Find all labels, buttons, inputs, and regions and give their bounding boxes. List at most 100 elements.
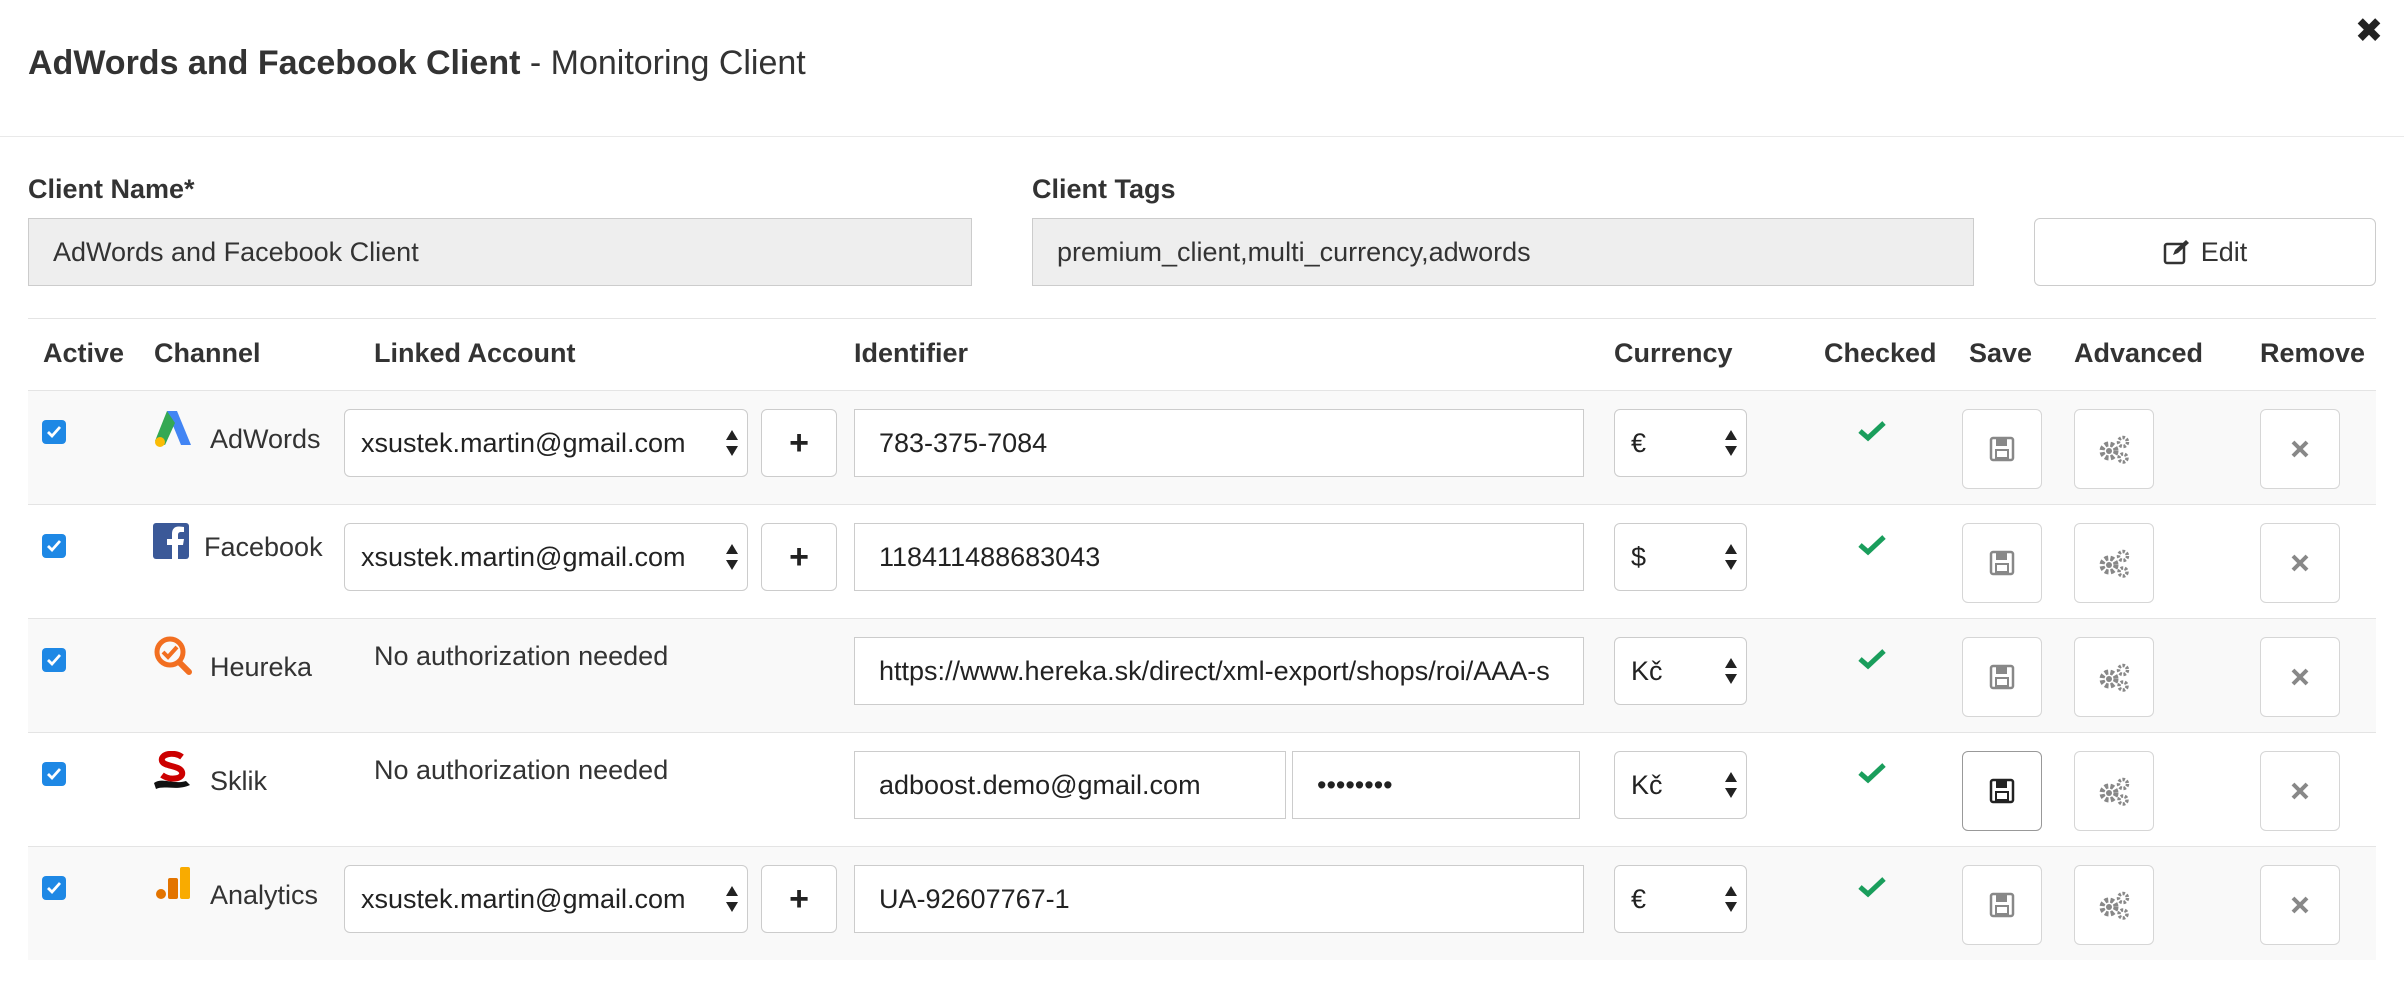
header-checked: Checked	[1824, 338, 1937, 368]
channel-name: Heureka	[210, 652, 313, 682]
advanced-button[interactable]	[2074, 523, 2154, 603]
facebook-icon	[153, 523, 189, 559]
section-divider	[28, 318, 2376, 319]
linked-account-select[interactable]: xsustek.martin@gmail.com	[344, 865, 748, 933]
gears-icon	[2099, 891, 2130, 920]
linked-account-select[interactable]: xsustek.martin@gmail.com	[344, 523, 748, 591]
add-account-button[interactable]: +	[761, 865, 837, 933]
gears-icon	[2099, 435, 2130, 464]
sort-arrows-icon	[726, 886, 738, 912]
floppy-icon	[1989, 664, 2015, 690]
sklik-icon	[154, 751, 190, 789]
channel-name: Facebook	[204, 532, 323, 562]
close-icon	[2291, 896, 2309, 914]
analytics-icon	[156, 867, 190, 899]
close-icon	[2291, 668, 2309, 686]
no-authorization-text: No authorization needed	[374, 641, 669, 671]
floppy-icon	[1989, 778, 2015, 804]
currency-select[interactable]: €	[1614, 409, 1747, 477]
checked-icon	[1858, 421, 1886, 442]
sort-arrows-icon	[726, 430, 738, 456]
header-linked-account: Linked Account	[374, 338, 576, 368]
close-icon	[2291, 554, 2309, 572]
currency-value: Kč	[1631, 770, 1663, 800]
remove-button[interactable]	[2260, 637, 2340, 717]
header-identifier: Identifier	[854, 338, 969, 368]
edit-icon	[2163, 240, 2189, 265]
currency-select[interactable]: Kč	[1614, 637, 1747, 705]
save-button[interactable]	[1962, 751, 2042, 831]
sklik-username-input[interactable]: adboost.demo@gmail.com	[854, 751, 1286, 819]
active-checkbox[interactable]	[42, 534, 66, 558]
advanced-button[interactable]	[2074, 751, 2154, 831]
remove-button[interactable]	[2260, 409, 2340, 489]
save-button[interactable]	[1962, 409, 2042, 489]
title-suffix: - Monitoring Client	[520, 44, 806, 82]
channel-name: AdWords	[210, 424, 321, 454]
gears-icon	[2099, 777, 2130, 806]
sklik-password-input[interactable]: ••••••••	[1292, 751, 1580, 819]
client-name-label: Client Name*	[28, 174, 195, 204]
client-name-field[interactable]: AdWords and Facebook Client	[28, 218, 972, 286]
edit-button[interactable]: Edit	[2034, 218, 2376, 286]
advanced-button[interactable]	[2074, 637, 2154, 717]
currency-value: $	[1631, 542, 1647, 572]
checked-icon	[1858, 649, 1886, 670]
sort-arrows-icon	[726, 544, 738, 570]
advanced-button[interactable]	[2074, 409, 2154, 489]
save-button[interactable]	[1962, 523, 2042, 603]
active-checkbox[interactable]	[42, 762, 66, 786]
edit-label: Edit	[2200, 236, 2248, 267]
advanced-button[interactable]	[2074, 865, 2154, 945]
remove-button[interactable]	[2260, 865, 2340, 945]
close-icon	[2291, 782, 2309, 800]
active-checkbox[interactable]	[42, 648, 66, 672]
identifier-input[interactable]: 783-375-7084	[854, 409, 1584, 477]
identifier-input[interactable]: https://www.hereka.sk/direct/xml-export/…	[854, 637, 1584, 705]
client-tags-label: Client Tags	[1032, 174, 1176, 204]
currency-select[interactable]: $	[1614, 523, 1747, 591]
modal-header: AdWords and Facebook Client - Monitoring…	[0, 0, 2404, 137]
header-channel: Channel	[154, 338, 261, 368]
currency-value: €	[1631, 428, 1647, 458]
sort-arrows-icon	[1725, 544, 1737, 570]
adwords-icon	[155, 411, 191, 447]
table-row: AdWords xsustek.martin@gmail.com + 783-3…	[28, 390, 2376, 504]
header-advanced: Advanced	[2074, 338, 2204, 368]
currency-select[interactable]: €	[1614, 865, 1747, 933]
active-checkbox[interactable]	[42, 420, 66, 444]
active-checkbox[interactable]	[42, 876, 66, 900]
close-icon	[2291, 440, 2309, 458]
channel-name: Analytics	[210, 880, 319, 910]
sort-arrows-icon	[1725, 886, 1737, 912]
gears-icon	[2099, 549, 2130, 578]
client-tags-field[interactable]: premium_client,multi_currency,adwords	[1032, 218, 1974, 286]
save-button[interactable]	[1962, 865, 2042, 945]
checked-icon	[1858, 535, 1886, 556]
identifier-input[interactable]: UA-92607767-1	[854, 865, 1584, 933]
linked-account-select[interactable]: xsustek.martin@gmail.com	[344, 409, 748, 477]
monitoring-client-modal: AdWords and Facebook Client - Monitoring…	[0, 0, 2404, 990]
header-currency: Currency	[1614, 338, 1733, 368]
add-account-button[interactable]: +	[761, 523, 837, 591]
linked-account-value: xsustek.martin@gmail.com	[361, 428, 686, 458]
linked-account-value: xsustek.martin@gmail.com	[361, 884, 686, 914]
floppy-icon	[1989, 550, 2015, 576]
close-icon[interactable]: ✖	[2352, 14, 2386, 48]
linked-account-value: xsustek.martin@gmail.com	[361, 542, 686, 572]
no-authorization-text: No authorization needed	[374, 755, 669, 785]
floppy-icon	[1989, 436, 2015, 462]
header-save: Save	[1969, 338, 2033, 368]
identifier-input[interactable]: 118411488683043	[854, 523, 1584, 591]
add-account-button[interactable]: +	[761, 409, 837, 477]
channel-name: Sklik	[210, 766, 268, 796]
table-row: Analytics xsustek.martin@gmail.com + UA-…	[28, 846, 2376, 960]
currency-select[interactable]: Kč	[1614, 751, 1747, 819]
remove-button[interactable]	[2260, 751, 2340, 831]
remove-button[interactable]	[2260, 523, 2340, 603]
modal-title: AdWords and Facebook Client - Monitoring…	[28, 44, 806, 83]
checked-icon	[1858, 877, 1886, 898]
save-button[interactable]	[1962, 637, 2042, 717]
header-active: Active	[43, 338, 125, 368]
table-row: Sklik No authorization needed adboost.de…	[28, 732, 2376, 846]
